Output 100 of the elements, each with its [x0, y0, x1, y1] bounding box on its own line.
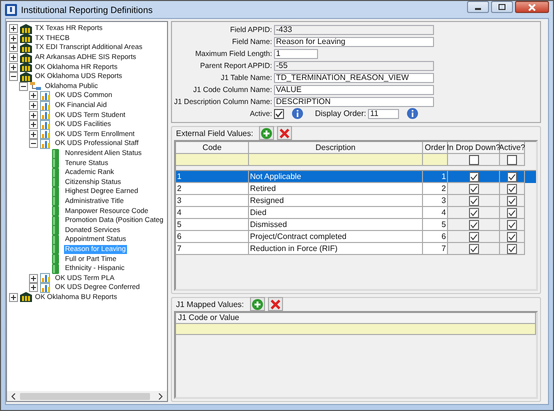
checkbox[interactable]: [507, 196, 517, 206]
table-cell: Died: [249, 207, 423, 219]
building-icon: [20, 72, 32, 82]
table-row[interactable]: 1 Not Applicable 1: [176, 171, 536, 183]
expand-icon[interactable]: [29, 120, 38, 130]
checkbox[interactable]: [468, 172, 478, 182]
delete-button[interactable]: [268, 297, 283, 311]
column-header[interactable]: Active?: [500, 142, 525, 154]
book-icon: [50, 177, 62, 188]
column-header[interactable]: Order: [423, 142, 448, 154]
expand-icon[interactable]: [9, 43, 18, 52]
table-cell: 2: [176, 183, 249, 195]
book-icon: [50, 196, 62, 206]
text-field[interactable]: VALUE: [274, 84, 434, 94]
checkbox[interactable]: [468, 220, 478, 230]
book-icon: [50, 244, 62, 254]
checkbox[interactable]: [507, 172, 517, 182]
column-header[interactable]: In Drop Down?: [448, 142, 500, 154]
text-field[interactable]: -433: [274, 24, 434, 34]
checkbox[interactable]: [507, 244, 517, 254]
column-header[interactable]: Code: [176, 142, 249, 154]
info-icon[interactable]: [407, 108, 418, 119]
checkbox[interactable]: [468, 184, 478, 194]
text-field[interactable]: 11: [368, 108, 400, 118]
expand-icon[interactable]: [9, 34, 18, 43]
table-cell: 4: [176, 207, 249, 219]
checkbox[interactable]: [468, 154, 478, 164]
text-field[interactable]: DESCRIPTION: [274, 96, 434, 106]
expand-icon[interactable]: [29, 283, 38, 292]
building-icon: [20, 24, 32, 34]
info-icon[interactable]: [292, 108, 303, 119]
scroll-left-icon[interactable]: [9, 392, 18, 400]
collapse-icon[interactable]: [9, 72, 18, 82]
table-cell: 3: [423, 195, 448, 207]
bar-chart-icon: [40, 100, 52, 111]
table-cell: 5: [423, 219, 448, 231]
bar-chart-icon: [40, 129, 52, 140]
expand-icon[interactable]: [9, 62, 18, 72]
checkbox[interactable]: [507, 184, 517, 194]
bar-chart-icon: [40, 273, 52, 284]
checkbox[interactable]: [274, 108, 284, 118]
minimize-button[interactable]: [467, 1, 489, 13]
filter-cell[interactable]: [249, 154, 423, 166]
book-icon: [50, 158, 62, 168]
collapse-icon[interactable]: [19, 82, 28, 91]
table-cell: Retired: [249, 183, 423, 195]
table-cell: Not Applicable: [249, 171, 423, 183]
text-field[interactable]: Reason for Leaving: [274, 36, 434, 46]
scroll-right-icon[interactable]: [156, 392, 165, 400]
app-logo-icon: [5, 4, 17, 16]
expand-icon[interactable]: [29, 91, 38, 100]
add-button[interactable]: [259, 126, 274, 140]
expand-icon[interactable]: [29, 101, 38, 110]
table-cell: Reduction in Force (RIF): [249, 243, 423, 255]
collapse-icon[interactable]: [29, 139, 38, 148]
building-icon: [20, 42, 32, 53]
column-header[interactable]: Description: [249, 142, 423, 154]
table-cell: Project/Contract completed: [249, 231, 423, 243]
checkbox[interactable]: [468, 196, 478, 206]
building-icon: [20, 52, 32, 63]
delete-button[interactable]: [277, 126, 292, 140]
maximize-button[interactable]: [491, 1, 513, 13]
table-cell: 1: [423, 171, 448, 183]
filter-cell[interactable]: [423, 154, 448, 166]
add-button[interactable]: [250, 297, 265, 311]
table-cell: 1: [176, 171, 249, 183]
book-icon: [50, 234, 62, 245]
book-icon: [50, 264, 62, 274]
checkbox[interactable]: [468, 232, 478, 242]
checkbox[interactable]: [507, 154, 517, 164]
expand-icon[interactable]: [29, 130, 38, 139]
bar-chart-icon: [40, 138, 52, 149]
expand-icon[interactable]: [9, 53, 18, 62]
filter-cell[interactable]: [176, 154, 249, 166]
book-icon: [50, 254, 62, 264]
checkbox[interactable]: [468, 208, 478, 218]
text-field[interactable]: 1: [274, 48, 318, 58]
table-cell: 6: [423, 231, 448, 243]
text-field[interactable]: -55: [274, 60, 434, 70]
bar-chart-icon: [40, 282, 52, 293]
filter-cell[interactable]: [176, 324, 536, 335]
column-header[interactable]: J1 Code or Value: [176, 313, 536, 324]
checkbox[interactable]: [468, 244, 478, 254]
section-label: External Field Values:: [176, 128, 254, 138]
expand-icon[interactable]: [9, 292, 18, 302]
expand-icon[interactable]: [29, 274, 38, 283]
close-button[interactable]: [515, 1, 549, 13]
checkbox[interactable]: [507, 220, 517, 230]
text-field[interactable]: TD_TERMINATION_REASON_VIEW: [274, 72, 434, 82]
checkbox[interactable]: [507, 208, 517, 218]
book-icon: [50, 186, 62, 197]
expand-icon[interactable]: [29, 110, 38, 120]
expand-icon[interactable]: [9, 24, 18, 34]
checkbox[interactable]: [507, 232, 517, 242]
scrollbar-thumb[interactable]: [20, 392, 150, 400]
table-cell: 3: [176, 195, 249, 207]
book-icon: [50, 148, 62, 159]
building-icon: [20, 62, 32, 72]
horizontal-scrollbar[interactable]: [7, 391, 167, 401]
window-title: Institutional Reporting Definitions: [21, 4, 153, 14]
